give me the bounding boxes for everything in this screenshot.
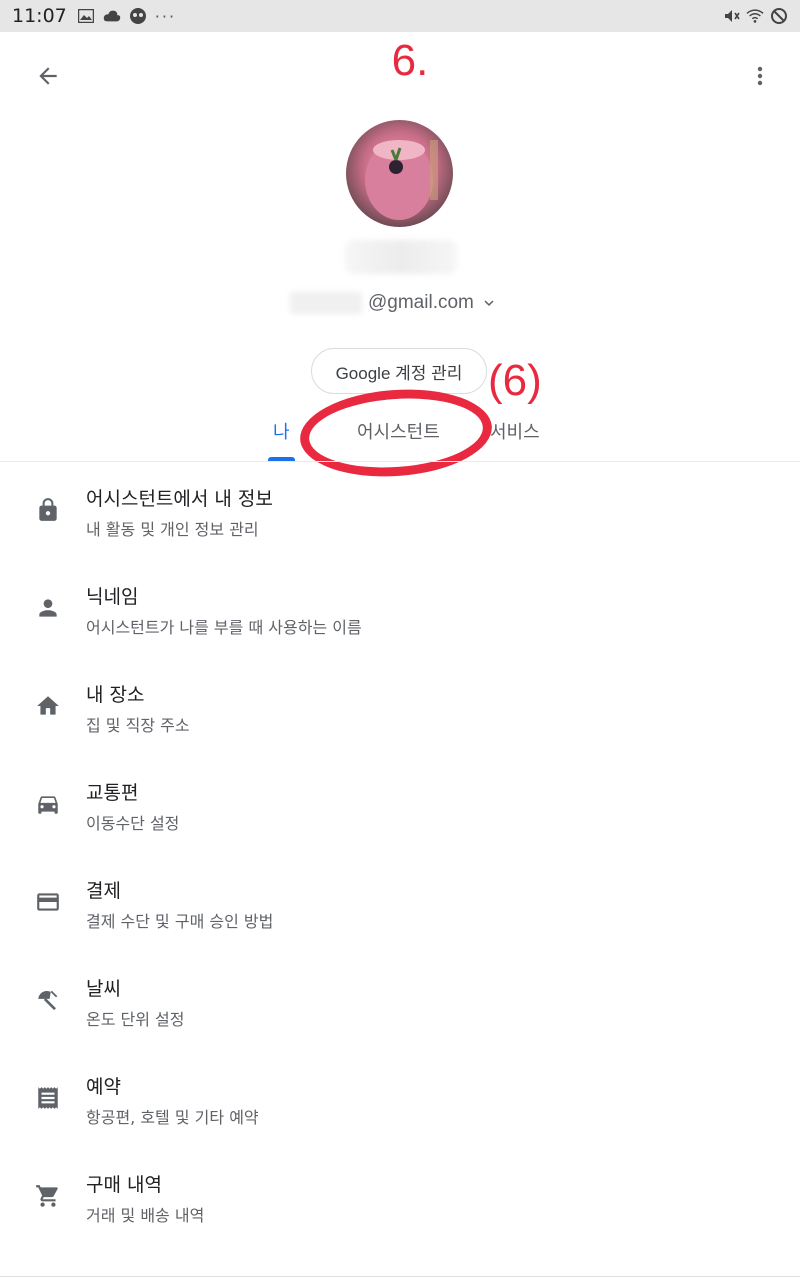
setting-title: 교통편 bbox=[86, 782, 139, 804]
setting-title: 구매 내역 bbox=[86, 1174, 162, 1196]
car-icon bbox=[34, 790, 62, 818]
weather-icon bbox=[34, 986, 62, 1014]
bottom-divider bbox=[0, 1276, 800, 1277]
home-icon bbox=[34, 692, 62, 720]
setting-subtitle: 결제 수단 및 구매 승인 방법 bbox=[86, 912, 274, 931]
email-redacted bbox=[290, 292, 362, 314]
account-email: @gmail.com bbox=[368, 292, 474, 313]
setting-title: 닉네임 bbox=[86, 586, 139, 608]
setting-subtitle: 어시스턴트가 나를 부를 때 사용하는 이름 bbox=[86, 618, 362, 637]
arrow-back-icon bbox=[39, 67, 57, 85]
tab-me[interactable]: 나 bbox=[273, 418, 290, 444]
setting-payments[interactable]: 결제 결제 수단 및 구매 승인 방법 bbox=[0, 854, 800, 952]
cloud-icon bbox=[103, 7, 121, 25]
avatar[interactable] bbox=[346, 120, 453, 227]
more-dots-icon: ··· bbox=[154, 6, 177, 26]
setting-title: 날씨 bbox=[86, 978, 121, 1000]
setting-weather[interactable]: 날씨 온도 단위 설정 bbox=[0, 952, 800, 1050]
setting-my-places[interactable]: 내 장소 집 및 직장 주소 bbox=[0, 658, 800, 756]
status-time: 11:07 bbox=[12, 5, 67, 27]
setting-subtitle: 온도 단위 설정 bbox=[86, 1010, 185, 1029]
status-bar: 11:07 ··· bbox=[0, 0, 800, 32]
status-left-icons: ··· bbox=[77, 7, 176, 26]
do-not-disturb-icon bbox=[770, 7, 788, 25]
app-icon bbox=[129, 7, 147, 25]
step-number-annotation: 6. bbox=[391, 36, 429, 85]
setting-title: 어시스턴트에서 내 정보 bbox=[86, 488, 273, 510]
chevron-down-icon bbox=[484, 300, 494, 306]
setting-reservations[interactable]: 예약 항공편, 호텔 및 기타 예약 bbox=[0, 1050, 800, 1148]
mute-vibrate-icon bbox=[722, 7, 740, 25]
tab-services[interactable]: 서비스 bbox=[490, 418, 540, 444]
setting-transportation[interactable]: 교통편 이동수단 설정 bbox=[0, 756, 800, 854]
setting-subtitle: 집 및 직장 주소 bbox=[86, 716, 190, 735]
more-options-button[interactable] bbox=[744, 58, 776, 94]
credit-card-icon bbox=[34, 888, 62, 916]
setting-purchases[interactable]: 구매 내역 거래 및 배송 내역 bbox=[0, 1148, 800, 1246]
setting-subtitle: 항공편, 호텔 및 기타 예약 bbox=[86, 1108, 259, 1127]
setting-subtitle: 이동수단 설정 bbox=[86, 814, 180, 833]
status-right-icons bbox=[722, 7, 788, 25]
settings-list: 어시스턴트에서 내 정보 내 활동 및 개인 정보 관리 닉네임 어시스턴트가 … bbox=[0, 462, 800, 1246]
cart-icon bbox=[34, 1182, 62, 1210]
back-button[interactable] bbox=[30, 58, 66, 94]
lock-icon bbox=[34, 496, 62, 524]
setting-title: 내 장소 bbox=[86, 684, 145, 706]
setting-nickname[interactable]: 닉네임 어시스턴트가 나를 부를 때 사용하는 이름 bbox=[0, 560, 800, 658]
annotation-label: (6) bbox=[488, 356, 542, 405]
manage-google-account-button[interactable]: Google 계정 관리 bbox=[311, 348, 487, 394]
receipt-icon bbox=[34, 1084, 62, 1112]
image-icon bbox=[77, 7, 95, 25]
account-name-redacted bbox=[345, 240, 457, 274]
person-icon bbox=[34, 594, 62, 622]
setting-title: 결제 bbox=[86, 880, 121, 902]
setting-subtitle: 내 활동 및 개인 정보 관리 bbox=[86, 520, 259, 539]
wifi-icon bbox=[746, 7, 764, 25]
setting-subtitle: 거래 및 배송 내역 bbox=[86, 1206, 205, 1225]
setting-my-info[interactable]: 어시스턴트에서 내 정보 내 활동 및 개인 정보 관리 bbox=[0, 462, 800, 560]
tab-assistant[interactable]: 어시스턴트 bbox=[357, 418, 440, 444]
account-switcher[interactable]: @gmail.com bbox=[290, 292, 498, 314]
setting-title: 예약 bbox=[86, 1076, 121, 1098]
more-vert-icon bbox=[757, 66, 763, 86]
